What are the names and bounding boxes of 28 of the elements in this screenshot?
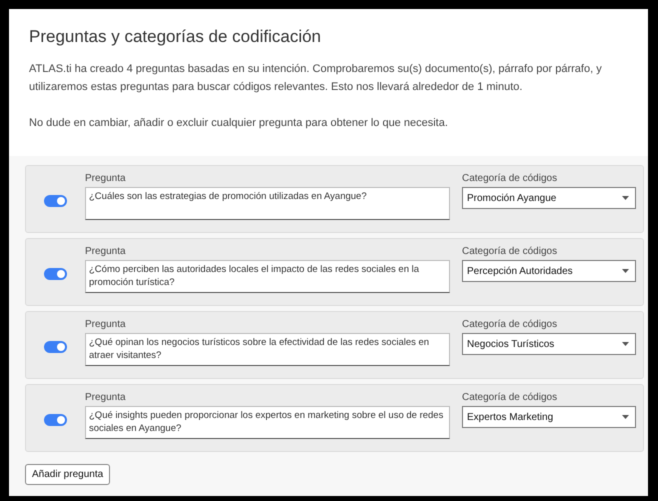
field-label: Pregunta <box>85 246 127 257</box>
toggle-switch[interactable] <box>44 341 67 353</box>
field-label: Categoría de códigos <box>462 319 558 330</box>
dialog-title: Preguntas y categorías de codificación <box>29 27 322 47</box>
category-dropdown[interactable]: Negocios Turísticos <box>462 333 636 355</box>
intro-text: ATLAS.ti ha creado 4 preguntas basadas en su intención. Comprobaremos su(s) documento(s), párrafo por párrafo, y utilizaremos estas preguntas para buscar códigos relevantes. Esto nos llevará alrededor de 1 minuto. <box>29 62 603 95</box>
caret-icon <box>622 269 629 273</box>
intro-text: No dude en cambiar, añadir o excluir cualquier pregunta para obtener lo que necesita. <box>29 116 449 131</box>
toggle-switch[interactable] <box>44 414 67 426</box>
category-dropdown[interactable]: Percepción Autoridades <box>462 260 636 282</box>
question-field[interactable]: ¿Qué opinan los negocios turísticos sobre la efectividad de las redes sociales en atraer visitantes? <box>85 333 450 366</box>
question-field[interactable]: ¿Qué insights pueden proporcionar los expertos en marketing sobre el uso de redes sociales en Ayangue? <box>85 406 450 439</box>
toggle-switch[interactable] <box>44 195 67 207</box>
question-field[interactable]: ¿Cómo perciben las autoridades locales el impacto de las redes sociales en la promoción turística? <box>85 260 450 293</box>
category-dropdown[interactable]: Promoción Ayangue <box>462 187 636 209</box>
caret-icon <box>622 415 629 419</box>
question-field[interactable]: ¿Cuáles son las estrategias de promoción utilizadas en Ayangue? <box>85 187 450 220</box>
toggle-switch[interactable] <box>44 268 67 280</box>
field-label: Pregunta <box>85 319 127 330</box>
field-label: Categoría de códigos <box>462 246 558 257</box>
field-label: Categoría de códigos <box>462 392 558 403</box>
field-label: Pregunta <box>85 173 127 184</box>
field-label: Categoría de códigos <box>462 173 558 184</box>
caret-icon <box>622 196 629 200</box>
field-label: Pregunta <box>85 392 127 403</box>
add-question-button[interactable]: Añadir pregunta <box>25 464 110 485</box>
category-dropdown[interactable]: Expertos Marketing <box>462 406 636 428</box>
caret-icon <box>622 342 629 346</box>
